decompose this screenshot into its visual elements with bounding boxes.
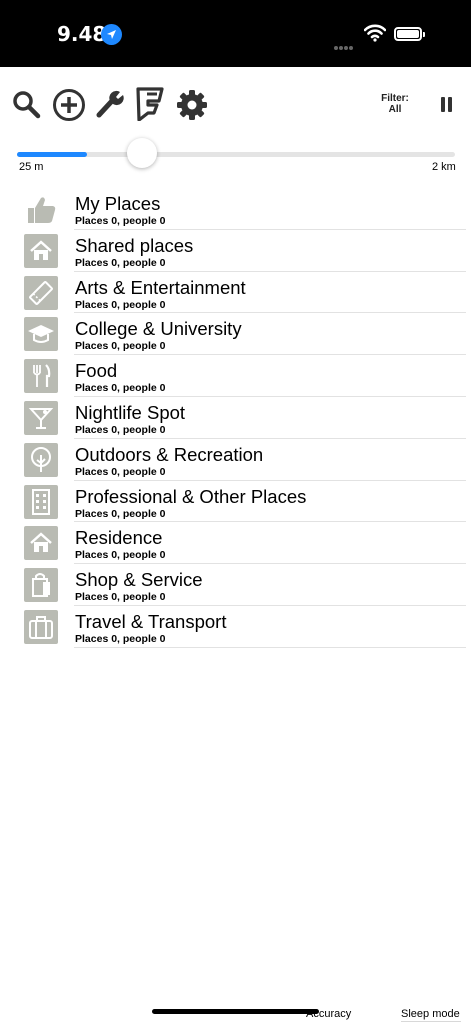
category-subtitle: Places 0, people 0	[75, 340, 166, 353]
divider	[401, 1021, 461, 1022]
category-row[interactable]: Outdoors & Recreation Places 0, people 0	[0, 439, 471, 481]
sleep-mode-button[interactable]: Sleep mode	[401, 1008, 460, 1020]
toolbar: Filter: All	[0, 67, 471, 143]
home-icon	[24, 233, 58, 268]
category-row[interactable]: Nightlife Spot Places 0, people 0	[0, 397, 471, 439]
filter-value: All	[388, 104, 402, 115]
slider-max-label: 2 km	[432, 161, 456, 173]
category-title: College & University	[75, 318, 242, 340]
category-title: Shop & Service	[75, 569, 203, 591]
foursquare-icon[interactable]	[135, 87, 165, 126]
category-row[interactable]: Shop & Service Places 0, people 0	[0, 564, 471, 606]
wrench-icon[interactable]	[96, 89, 124, 124]
cellular-dots-icon	[334, 37, 354, 55]
filter-button[interactable]: Filter: All	[376, 93, 414, 115]
add-circle-icon[interactable]	[52, 88, 86, 127]
category-title: Food	[75, 360, 118, 382]
cocktail-icon	[24, 400, 58, 435]
status-time: 9.48	[57, 22, 107, 46]
location-arrow-icon	[101, 24, 122, 45]
graduation-cap-icon	[24, 317, 58, 352]
category-row[interactable]: Food Places 0, people 0	[0, 355, 471, 397]
search-icon[interactable]	[11, 89, 41, 124]
status-bar: 9.48	[0, 0, 471, 67]
category-subtitle: Places 0, people 0	[75, 465, 166, 478]
category-list: My Places Places 0, people 0 Shared places…	[0, 188, 471, 648]
category-row[interactable]: Arts & Entertainment Places 0, people 0	[0, 272, 471, 314]
category-subtitle: Places 0, people 0	[75, 591, 166, 604]
slider-fill	[17, 152, 87, 157]
category-title: Nightlife Spot	[75, 401, 186, 423]
category-subtitle: Places 0, people 0	[75, 256, 166, 269]
slider-min-label: 25 m	[19, 161, 44, 173]
category-subtitle: Places 0, people 0	[75, 632, 166, 645]
category-row[interactable]: Shared places Places 0, people 0	[0, 230, 471, 272]
home-indicator[interactable]	[152, 1009, 319, 1014]
fork-knife-icon	[24, 359, 58, 394]
shopping-bag-icon	[24, 568, 58, 603]
category-row[interactable]: Residence Places 0, people 0	[0, 522, 471, 565]
pause-icon[interactable]	[441, 97, 453, 112]
ticket-icon	[24, 275, 58, 310]
thumbs-up-icon	[24, 192, 58, 226]
category-row[interactable]: My Places Places 0, people 0	[0, 188, 471, 230]
category-title: Arts & Entertainment	[75, 276, 246, 298]
category-title: Professional & Other Places	[75, 485, 307, 507]
category-subtitle: Places 0, people 0	[75, 507, 166, 520]
category-row[interactable]: Professional & Other Places Places 0, peo…	[0, 481, 471, 523]
gear-icon[interactable]	[177, 90, 207, 125]
category-title: Shared places	[75, 234, 194, 256]
battery-icon	[394, 27, 425, 41]
category-subtitle: Places 0, people 0	[75, 382, 166, 395]
category-title: Travel & Transport	[75, 610, 227, 632]
home-icon	[24, 526, 58, 561]
building-icon	[24, 484, 58, 519]
category-title: Outdoors & Recreation	[75, 443, 264, 465]
slider-thumb[interactable]	[127, 138, 157, 168]
category-title: My Places	[75, 193, 161, 214]
row-divider	[74, 646, 466, 648]
category-title: Residence	[75, 527, 163, 549]
distance-slider[interactable]	[17, 138, 455, 168]
category-subtitle: Places 0, people 0	[75, 423, 166, 436]
category-subtitle: Places 0, people 0	[75, 549, 166, 562]
wifi-icon	[363, 24, 387, 47]
tree-icon	[24, 442, 58, 477]
suitcase-icon	[24, 609, 58, 644]
category-row[interactable]: College & University Places 0, people 0	[0, 313, 471, 356]
category-row[interactable]: Travel & Transport Places 0, people 0	[0, 606, 471, 648]
category-subtitle: Places 0, people 0	[75, 215, 166, 227]
category-subtitle: Places 0, people 0	[75, 298, 166, 311]
filter-label: Filter:	[381, 93, 409, 104]
